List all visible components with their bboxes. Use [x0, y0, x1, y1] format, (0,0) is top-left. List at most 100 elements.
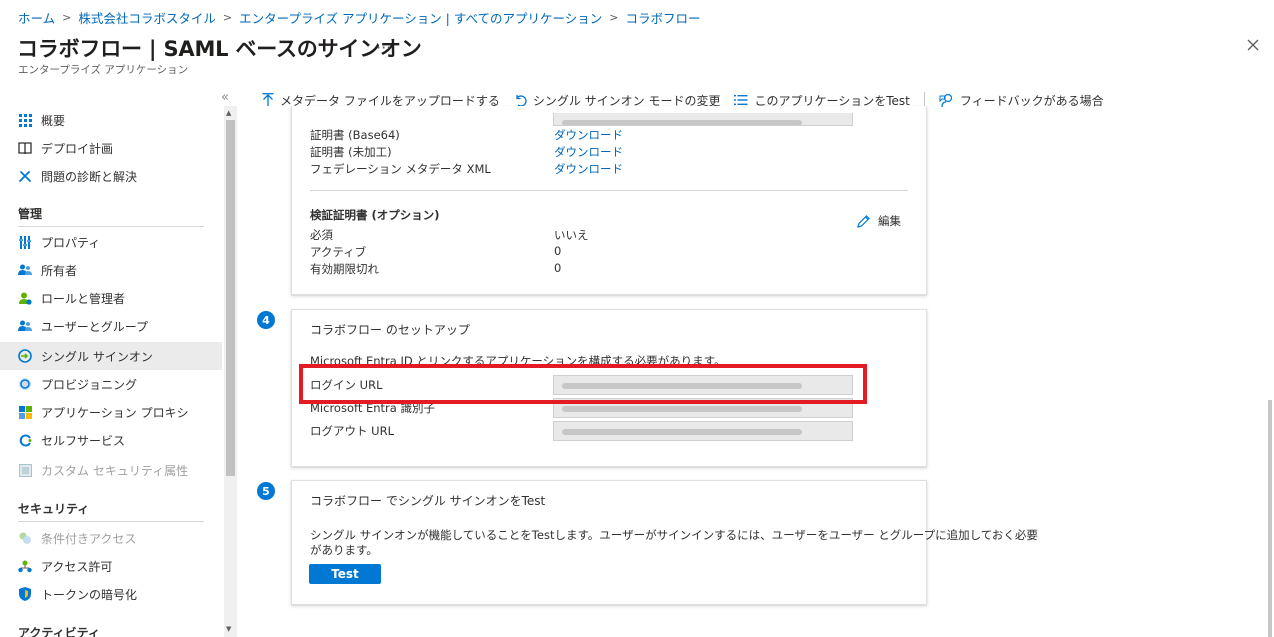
section-header-manage: 管理 — [18, 207, 43, 221]
breadcrumb-home[interactable]: ホーム — [18, 8, 55, 27]
logout-url-label: ログアウト URL — [310, 424, 394, 438]
section-divider — [310, 190, 908, 191]
test-sso-description-line2: があります。 — [310, 543, 378, 557]
sidebar-item-properties[interactable]: プロパティ — [0, 228, 222, 256]
owners-icon — [18, 263, 32, 277]
sidebar-item-label: プロビジョニング — [41, 377, 138, 392]
close-icon — [1247, 39, 1259, 51]
app-proxy-icon — [18, 405, 32, 419]
sidebar-scrollbar[interactable]: ▲ ▼ — [224, 106, 237, 637]
sidebar-item-token-encryption[interactable]: トークンの暗号化 — [0, 580, 222, 608]
federation-metadata-download-link[interactable]: ダウンロード — [554, 161, 623, 177]
test-sso-title: コラボフロー でシングル サインオンをTest — [310, 494, 546, 508]
edit-verification-button[interactable]: 編集 — [856, 213, 901, 229]
sidebar-item-users-groups[interactable]: ユーザーとグループ — [0, 312, 222, 340]
sidebar-item-label: デプロイ計画 — [41, 141, 114, 156]
verification-cert-title: 検証証明書 (オプション) — [310, 208, 440, 222]
sso-icon — [18, 349, 32, 363]
more-options-button[interactable]: ··· — [376, 38, 391, 57]
sidebar-item-label: 問題の診断と解決 — [41, 169, 138, 184]
app-setup-title: コラボフロー のセットアップ — [310, 323, 470, 337]
close-button[interactable] — [1242, 34, 1264, 56]
list-icon — [734, 95, 748, 105]
properties-icon — [18, 235, 32, 249]
breadcrumb-separator: > — [62, 11, 72, 24]
feedback-icon — [939, 93, 952, 107]
sidebar-item-label: 所有者 — [41, 263, 78, 278]
sidebar-item-app-proxy[interactable]: アプリケーション プロキシ — [0, 398, 222, 426]
page-title: コラボフロー | SAML ベースのサインオン — [17, 37, 422, 61]
active-label: アクティブ — [310, 245, 367, 259]
federation-metadata-label: フェデレーション メタデータ XML — [310, 162, 491, 176]
sidebar-item-diagnose[interactable]: 問題の診断と解決 — [0, 162, 222, 190]
login-url-highlight-box — [299, 364, 867, 404]
breadcrumb-tenant[interactable]: 株式会社コラボスタイル — [78, 8, 216, 27]
test-button[interactable]: Test — [309, 564, 381, 584]
sidebar-item-label: 概要 — [41, 113, 66, 128]
sidebar-item-permissions[interactable]: アクセス許可 — [0, 552, 222, 580]
sidebar-item-label: プロパティ — [41, 235, 101, 250]
sidebar-item-label: アクセス許可 — [41, 559, 113, 574]
sidebar-item-sso[interactable]: シングル サインオン — [0, 342, 222, 370]
sidebar-item-overview[interactable]: 概要 — [0, 106, 222, 134]
sidebar-item-conditional-access[interactable]: 条件付きアクセス — [0, 524, 222, 552]
sidebar-item-label: アプリケーション プロキシ — [41, 405, 189, 420]
sidebar-item-roles[interactable]: ロールと管理者 — [0, 284, 222, 312]
content-scrollbar[interactable] — [1268, 400, 1272, 637]
upload-icon — [262, 93, 274, 106]
sidebar-item-label: シングル サインオン — [41, 349, 153, 364]
provisioning-icon — [18, 377, 32, 391]
grid-icon — [18, 113, 32, 127]
active-value: 0 — [554, 244, 562, 258]
cert-raw-download-link[interactable]: ダウンロード — [554, 144, 623, 160]
breadcrumb: ホーム > 株式会社コラボスタイル > エンタープライズ アプリケーション | … — [18, 8, 700, 27]
cert-base64-download-link[interactable]: ダウンロード — [554, 127, 623, 143]
sidebar-item-label: ユーザーとグループ — [41, 319, 149, 334]
shield-icon — [18, 587, 32, 601]
breadcrumb-enterprise-apps[interactable]: エンタープライズ アプリケーション | すべてのアプリケーション — [239, 8, 602, 27]
custom-security-icon — [18, 463, 32, 477]
sidebar-scroll-thumb[interactable] — [226, 120, 235, 476]
scroll-up-icon[interactable]: ▲ — [226, 109, 231, 117]
breadcrumb-separator: > — [609, 11, 619, 24]
sidebar-item-label: ロールと管理者 — [41, 291, 126, 306]
breadcrumb-separator: > — [222, 11, 233, 24]
step-badge-4: 4 — [257, 311, 275, 329]
self-service-icon — [18, 433, 32, 447]
feedback-button[interactable]: フィードバックがある場合 — [939, 92, 1104, 109]
users-groups-icon — [18, 319, 32, 333]
permissions-icon — [18, 559, 32, 573]
section-header-security: セキュリティ — [18, 502, 90, 516]
test-sso-description-line1: シングル サインオンが機能していることをTestします。ユーザーがサインインする… — [310, 528, 1038, 542]
tools-icon — [18, 169, 32, 183]
sidebar: 概要 デプロイ計画 問題の診断と解決 管理 プロパティ 所有者 ロールと管理者 — [0, 106, 222, 637]
feedback-label: フィードバックがある場合 — [959, 93, 1104, 108]
section-divider — [18, 226, 204, 227]
page-subtitle: エンタープライズ アプリケーション — [18, 64, 189, 76]
breadcrumb-app[interactable]: コラボフロー — [625, 8, 700, 27]
required-label: 必須 — [310, 228, 333, 242]
sidebar-item-self-service[interactable]: セルフサービス — [0, 426, 222, 454]
section-divider — [18, 521, 204, 522]
sidebar-item-custom-security[interactable]: カスタム セキュリティ属性 — [0, 456, 222, 484]
logout-url-field[interactable] — [553, 421, 853, 441]
undo-icon — [516, 94, 527, 107]
sidebar-item-deploy-plan[interactable]: デプロイ計画 — [0, 134, 222, 162]
collapse-sidebar-button[interactable]: « — [221, 90, 229, 105]
roles-icon — [18, 291, 32, 305]
cert-base64-label: 証明書 (Base64) — [310, 128, 400, 142]
step-badge-5: 5 — [257, 482, 275, 500]
required-value: いいえ — [554, 228, 589, 242]
scroll-down-icon[interactable]: ▼ — [226, 625, 231, 633]
pencil-icon — [857, 214, 870, 228]
certificate-thumbprint-field — [553, 113, 853, 126]
sidebar-item-provisioning[interactable]: プロビジョニング — [0, 370, 222, 398]
expired-label: 有効期限切れ — [310, 262, 379, 276]
expired-value: 0 — [554, 261, 562, 275]
sidebar-item-owners[interactable]: 所有者 — [0, 256, 222, 284]
edit-label: 編集 — [878, 214, 901, 228]
book-icon — [18, 141, 32, 155]
sidebar-item-label: 条件付きアクセス — [41, 531, 137, 546]
sidebar-item-label: カスタム セキュリティ属性 — [41, 463, 189, 478]
sidebar-item-label: トークンの暗号化 — [41, 587, 138, 602]
